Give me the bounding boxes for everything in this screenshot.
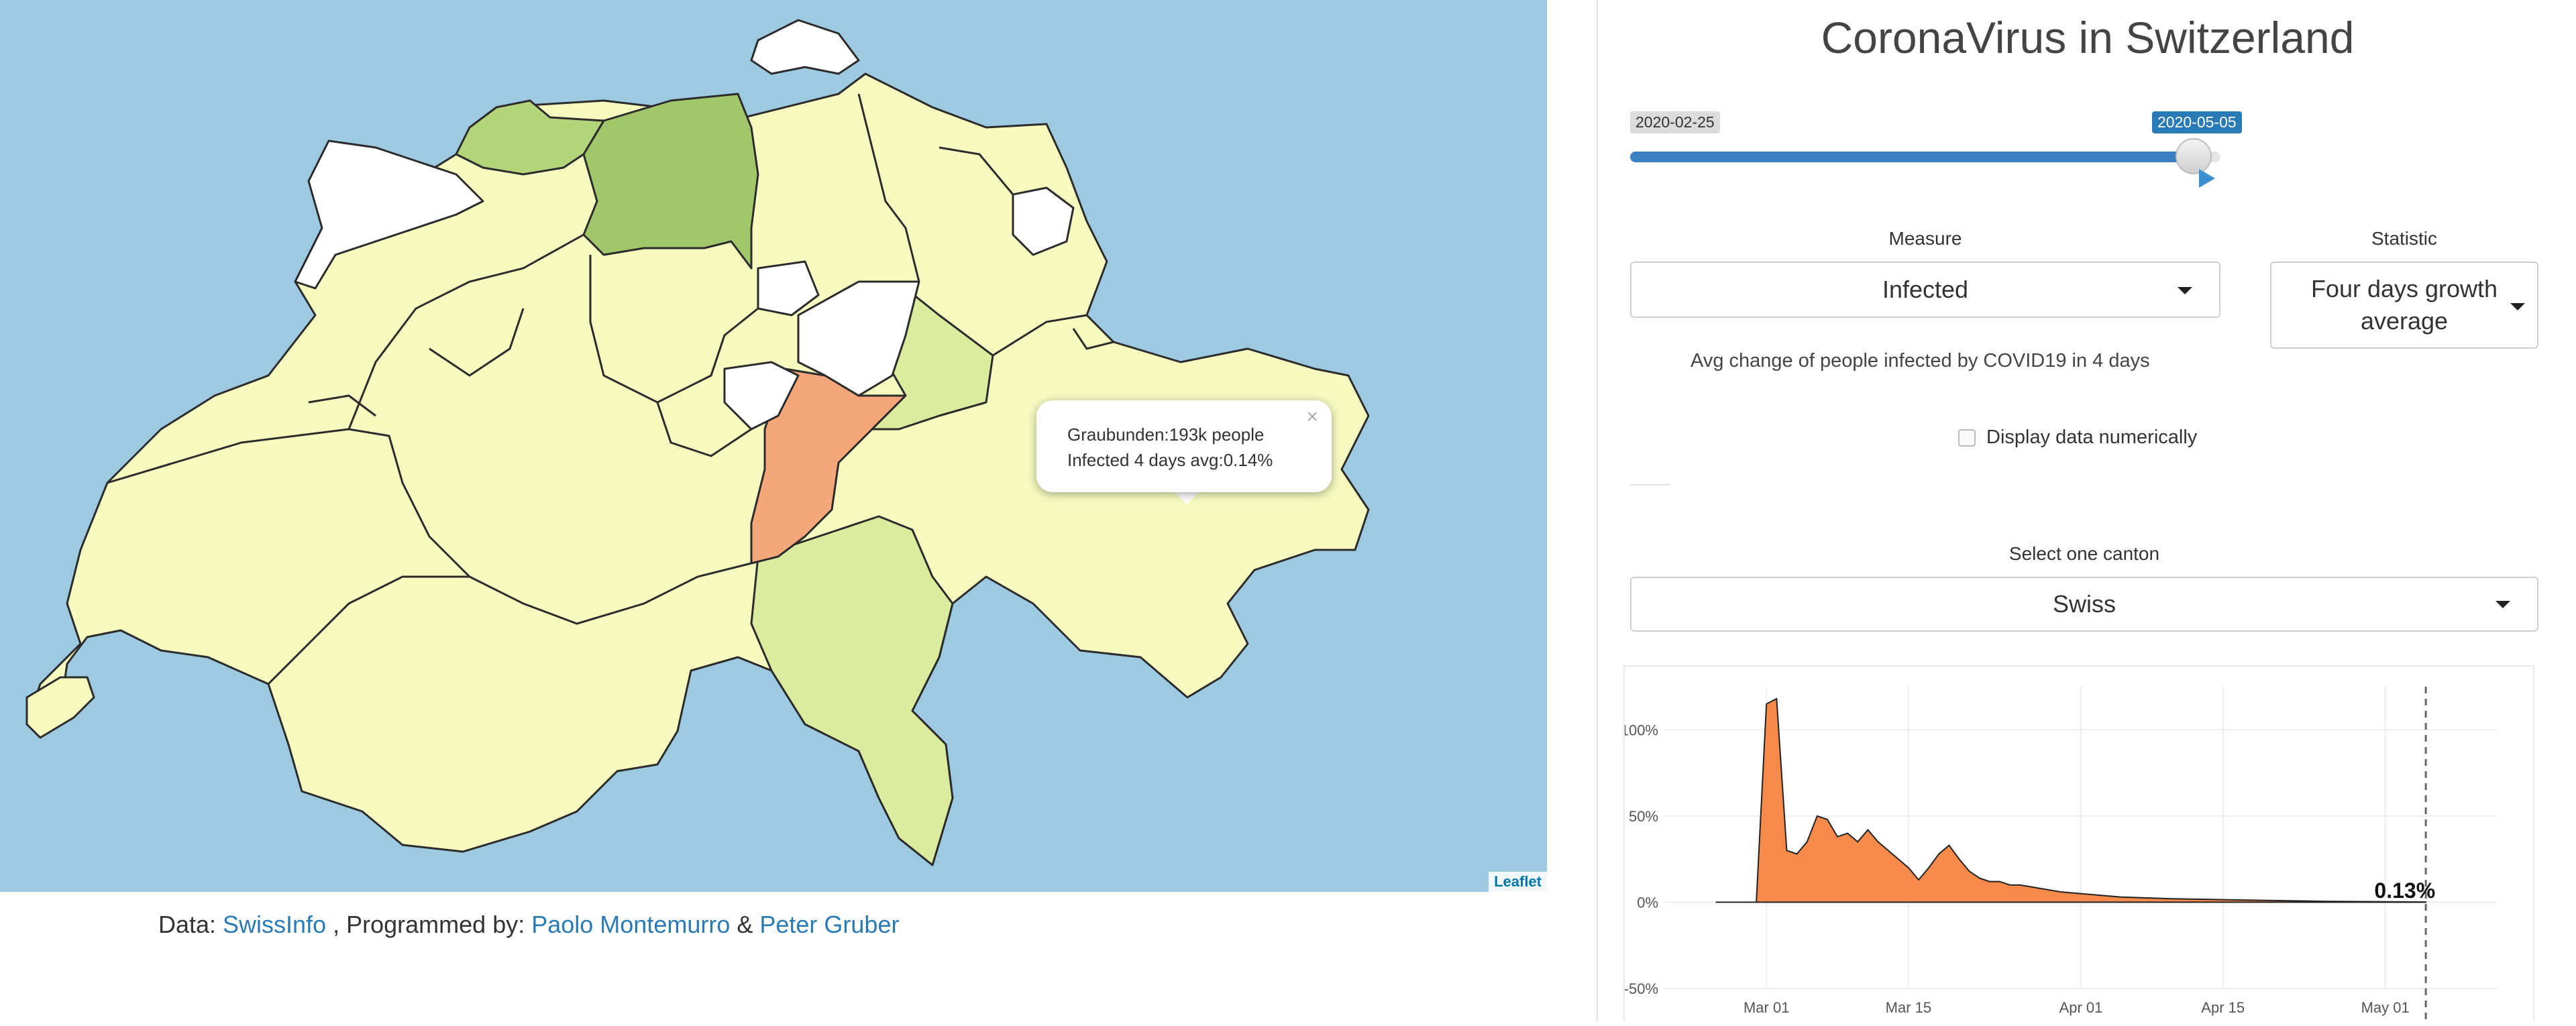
popup-line-infected: Infected 4 days avg:0.14%: [1067, 450, 1273, 470]
chart-annotations: 0.13%: [2374, 878, 2435, 903]
credits-line: Data: SwissInfo , Programmed by: Paolo M…: [158, 911, 899, 939]
end-value-label: 0.13%: [2374, 878, 2435, 903]
measure-value: Infected: [1882, 276, 1969, 303]
slider-min-label: 2020-02-25: [1630, 111, 1720, 133]
measure-help-text: Avg change of people infected by COVID19…: [1690, 350, 2150, 372]
measure-select[interactable]: Infected: [1630, 262, 2220, 318]
y-tick-label: 0%: [1637, 894, 1658, 911]
sidebar-panel: CoronaVirus in Switzerland 2020-02-25 20…: [1599, 0, 2576, 1023]
chevron-down-icon: [2496, 601, 2510, 608]
leaflet-attribution-link[interactable]: Leaflet: [1489, 872, 1547, 892]
credits-middle: , Programmed by:: [326, 911, 532, 938]
play-animation-icon[interactable]: [2199, 169, 2215, 188]
canton-geneva[interactable]: [25, 676, 95, 739]
x-tick-label: Apr 01: [2059, 999, 2103, 1016]
x-tick-label: Mar 15: [1886, 999, 1931, 1016]
x-tick-label: Mar 01: [1743, 999, 1789, 1016]
y-tick-label: 50%: [1629, 808, 1658, 825]
checkbox-label: Display data numerically: [1986, 426, 2198, 448]
swissinfo-link[interactable]: SwissInfo: [223, 911, 326, 938]
chart-grid: [1665, 687, 2497, 989]
x-tick-label: May 01: [2361, 999, 2410, 1016]
popup-close-icon[interactable]: ×: [1306, 404, 1318, 430]
divider-line: [1630, 484, 1670, 486]
checkbox[interactable]: [1958, 429, 1976, 447]
slider-fill: [1630, 152, 2209, 162]
statistic-value: Four days growth average: [2310, 275, 2498, 335]
statistic-select[interactable]: Four days growth average: [2270, 262, 2538, 349]
growth-chart[interactable]: 100%50%0%-50% Mar 01Mar 15Apr 01Apr 15Ma…: [1621, 667, 2533, 1023]
canton-ticino[interactable]: [750, 515, 954, 866]
canton-label: Select one canton: [2008, 543, 2160, 564]
canton-schaffhausen[interactable]: [750, 19, 860, 75]
statistic-label: Statistic: [2371, 228, 2438, 249]
map-panel[interactable]: × Graubunden:193k people Infected 4 days…: [0, 0, 1547, 892]
map-popup: × Graubunden:193k people Infected 4 days…: [1036, 400, 1332, 492]
y-tick-label: -50%: [1625, 980, 1658, 997]
chart-y-ticks: 100% 50% 0% -50%: [1621, 722, 1658, 997]
chart-frame: 100%50%0%-50% Mar 01Mar 15Apr 01Apr 15Ma…: [1621, 665, 2534, 1023]
numeric-display-toggle[interactable]: Display data numerically: [1958, 426, 2197, 449]
chevron-down-icon: [2510, 303, 2525, 310]
chart-area: [1715, 687, 2427, 1023]
slider-track[interactable]: [1630, 152, 2220, 162]
y-tick-label: 100%: [1625, 722, 1658, 738]
chart-x-ticks: Mar 01 Mar 15 Apr 01 Apr 15 May 01: [1743, 999, 2410, 1016]
panel-divider: [1597, 0, 1598, 1021]
app-title: CoronaVirus in Switzerland: [1821, 13, 2355, 62]
measure-label: Measure: [1888, 228, 1962, 249]
popup-line-population: Graubunden:193k people: [1067, 424, 1265, 445]
author-paolo-link[interactable]: Paolo Montemurro: [531, 911, 730, 938]
canton-select[interactable]: Swiss: [1630, 577, 2538, 632]
x-tick-label: Apr 15: [2201, 999, 2245, 1016]
credits-prefix: Data:: [158, 911, 223, 938]
author-peter-link[interactable]: Peter Gruber: [759, 911, 899, 938]
slider-value-label: 2020-05-05: [2152, 111, 2242, 133]
credits-amp: &: [730, 911, 760, 938]
canton-value: Swiss: [2052, 590, 2116, 618]
chevron-down-icon: [2178, 287, 2192, 294]
canton-aargau[interactable]: [582, 93, 759, 270]
